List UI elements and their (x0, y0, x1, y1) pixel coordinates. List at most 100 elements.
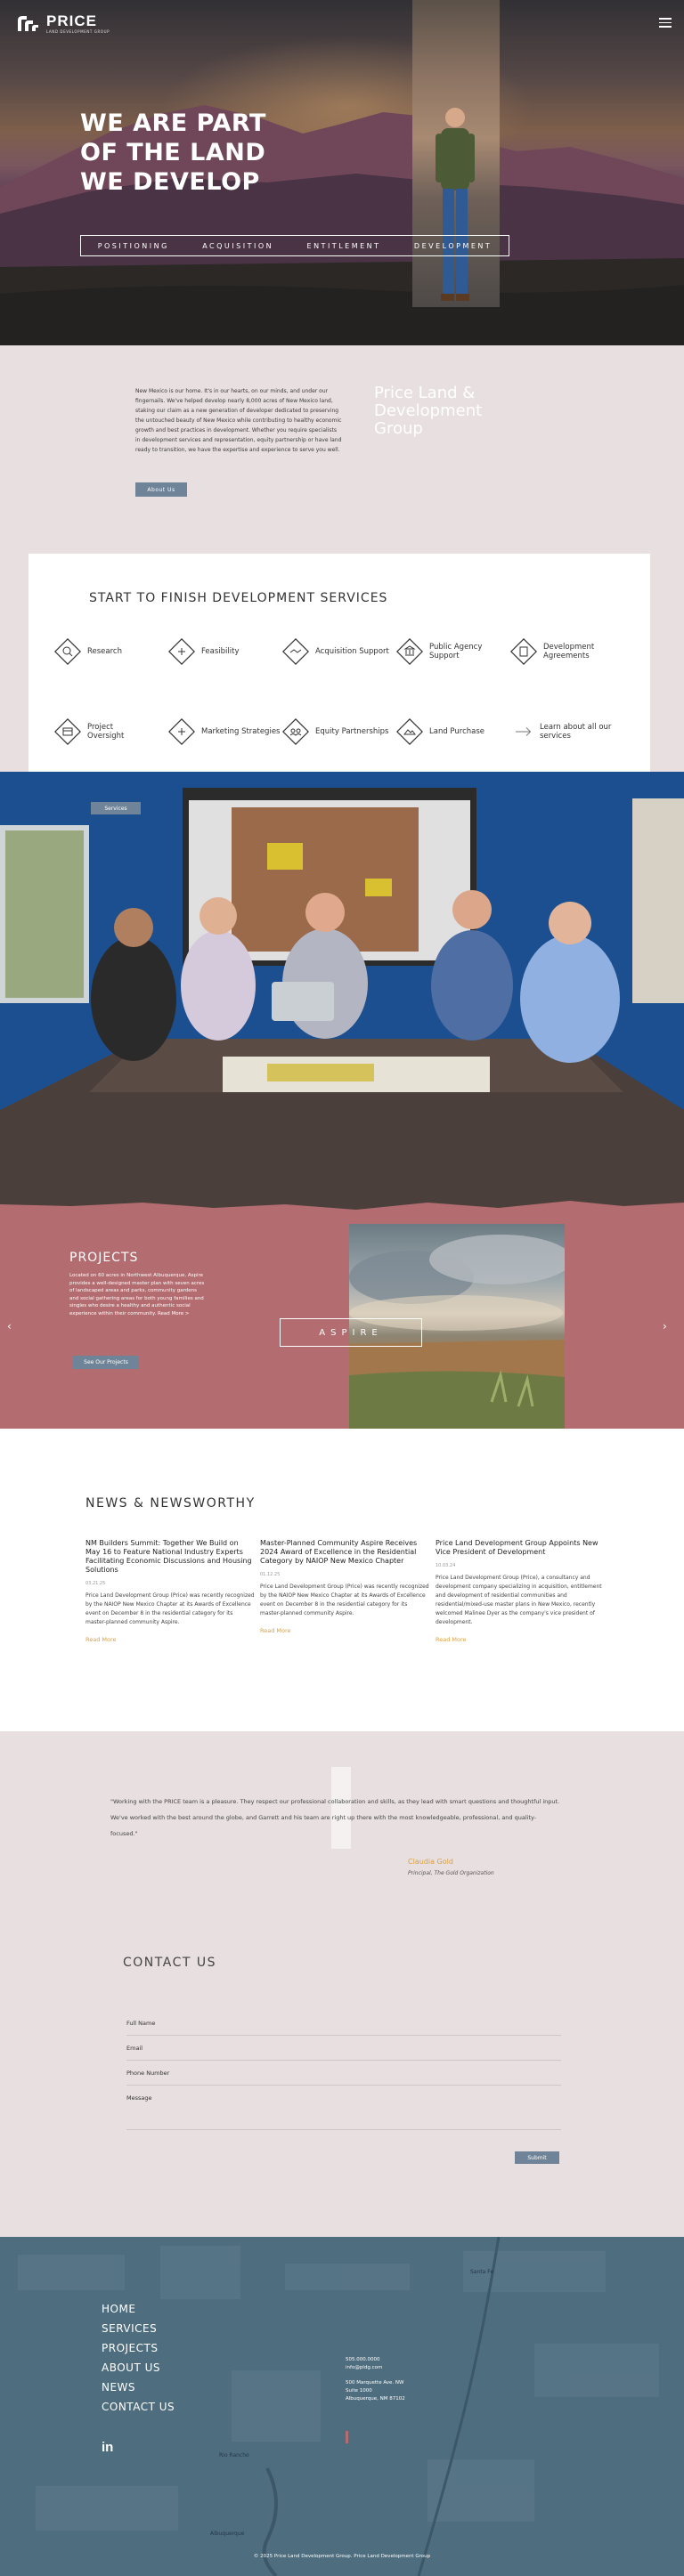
building-diamond-icon (396, 638, 423, 665)
team-photo-illustration (0, 772, 684, 1199)
testimonial-role: Principal, The Gold Organization (408, 1870, 494, 1876)
hero-service-nav: POSITIONING ACQUISITION ENTITLEMENT DEVE… (80, 235, 509, 256)
service-label: Project Oversight (87, 723, 125, 741)
service-equity-partnerships[interactable]: Equity Partnerships (281, 717, 395, 746)
service-research[interactable]: Research (53, 637, 141, 666)
chevron-left-icon[interactable]: ‹ (7, 1320, 12, 1333)
footer-nav-services[interactable]: SERVICES (102, 2319, 175, 2338)
news-card-date: 03.21.25 (86, 1581, 106, 1586)
brand-tagline: LAND DEVELOPMENT GROUP (46, 29, 110, 34)
footer-address-line: 500 Marquette Ave. NW (346, 2380, 404, 2386)
see-our-projects-button[interactable]: See Our Projects (73, 1356, 139, 1369)
document-diamond-icon (510, 638, 537, 665)
service-label: Land Purchase (429, 727, 485, 736)
news-card-excerpt: Price Land Development Group (Price), a … (436, 1575, 602, 1625)
partners-diamond-icon (282, 718, 309, 745)
projects-text: Located on 60 acres in Northwest Albuque… (69, 1273, 205, 1316)
submit-button[interactable]: Submit (515, 2151, 559, 2164)
megaphone-diamond-icon (168, 718, 195, 745)
news-title: NEWS & NEWSWORTHY (86, 1496, 256, 1511)
service-project-oversight[interactable]: Project Oversight (53, 717, 141, 746)
footer-email[interactable]: info@pldg.com (346, 2364, 405, 2372)
featured-project-aspire[interactable]: ASPIRE (280, 1318, 422, 1347)
hero-section: PRICE LAND DEVELOPMENT GROUP WE ARE PART… (0, 0, 684, 345)
hero-portrait (412, 0, 500, 307)
handshake-diamond-icon (282, 638, 309, 665)
news-read-more-link[interactable]: Read More (86, 1636, 255, 1643)
news-card-excerpt: Price Land Development Group (Price) was… (86, 1592, 255, 1625)
map-label: Rio Rancho (219, 2452, 249, 2459)
contact-section: CONTACT US Full Name Email Phone Number … (0, 1909, 684, 2237)
magnifier-diamond-icon (54, 638, 81, 665)
company-name: Price Land & Development Group (374, 384, 483, 438)
service-development-agreements[interactable]: Development Agreements (509, 637, 597, 666)
chevron-right-icon[interactable]: › (663, 1320, 667, 1333)
footer-nav-news[interactable]: NEWS (102, 2378, 175, 2397)
learn-more-services-link[interactable]: Learn about all our services (513, 717, 620, 746)
testimonial-section: "Working with the PRICE team is a pleasu… (0, 1731, 684, 1909)
news-card-title[interactable]: NM Builders Summit: Together We Build on… (86, 1539, 255, 1575)
service-marketing-strategies[interactable]: Marketing Strategies (167, 717, 281, 746)
about-us-button[interactable]: About Us (135, 482, 187, 497)
hero-title-line: WE DEVELOP (80, 168, 260, 196)
copyright: © 2025 Price Land Development Group. Pri… (253, 2554, 431, 2559)
projects-section: PROJECTS Located on 60 acres in Northwes… (0, 1197, 684, 1438)
news-read-more-link[interactable]: Read More (436, 1636, 605, 1643)
contact-title: CONTACT US (123, 1956, 216, 1970)
service-label: Research (87, 647, 122, 656)
footer-nav-home[interactable]: HOME (102, 2299, 175, 2319)
service-label: Public Agency Support (429, 643, 483, 660)
hero-nav-development[interactable]: DEVELOPMENT (414, 242, 492, 250)
learn-more-label: Learn about all our services (540, 723, 612, 741)
service-land-purchase[interactable]: Land Purchase (395, 717, 492, 746)
testimonial-quote: "Working with the PRICE team is a pleasu… (110, 1798, 560, 1837)
news-card[interactable]: NM Builders Summit: Together We Build on… (86, 1539, 255, 1643)
hero-title-line: OF THE LAND (80, 139, 266, 166)
ridge-divider (0, 1197, 684, 1210)
footer-phone[interactable]: 505.000.0000 (346, 2356, 405, 2364)
arrow-right-icon (516, 727, 532, 736)
land-diamond-icon (396, 718, 423, 745)
linkedin-icon[interactable]: in (102, 2440, 113, 2455)
services-button[interactable]: Services (91, 802, 141, 814)
eye-diamond-icon (54, 718, 81, 745)
email-field[interactable]: Email (126, 2043, 561, 2061)
service-public-agency-support[interactable]: Public Agency Support (395, 637, 483, 666)
map-label: Santa Fe (470, 2269, 494, 2275)
full-name-field[interactable]: Full Name (126, 2018, 561, 2036)
brand-name: PRICE (46, 12, 97, 29)
news-card-title[interactable]: Price Land Development Group Appoints Ne… (436, 1539, 605, 1557)
message-field[interactable]: Message (126, 2093, 561, 2130)
map-label: Albuquerque (210, 2531, 245, 2537)
footer-contact-info: 505.000.0000 info@pldg.com 500 Marquette… (346, 2356, 405, 2403)
news-card-title[interactable]: Master-Planned Community Aspire Receives… (260, 1539, 429, 1566)
news-section: NEWS & NEWSWORTHY NM Builders Summit: To… (0, 1429, 684, 1731)
footer-accent-bar (346, 2431, 348, 2443)
hero-title: WE ARE PART OF THE LAND WE DEVELOP (80, 109, 312, 197)
services-card: START TO FINISH DEVELOPMENT SERVICES Res… (28, 554, 650, 789)
news-card[interactable]: Master-Planned Community Aspire Receives… (260, 1539, 429, 1634)
footer-address-line: Suite 1000 (346, 2388, 372, 2394)
news-read-more-link[interactable]: Read More (260, 1627, 429, 1634)
footer-nav-contact-us[interactable]: CONTACT US (102, 2397, 175, 2417)
service-acquisition-support[interactable]: Acquisition Support (281, 637, 390, 666)
footer-address-line: Albuquerque, NM 87102 (346, 2396, 405, 2402)
news-card-date: 10.03.24 (436, 1563, 456, 1568)
checklist-diamond-icon (168, 638, 195, 665)
service-label: Equity Partnerships (315, 727, 389, 736)
brand-logo[interactable]: PRICE LAND DEVELOPMENT GROUP (16, 12, 110, 34)
news-card[interactable]: Price Land Development Group Appoints Ne… (436, 1539, 605, 1643)
footer: Santa Fe Rio Rancho Albuquerque HOME SER… (0, 2237, 684, 2576)
hero-nav-entitlement[interactable]: ENTITLEMENT (307, 242, 381, 250)
phone-number-field[interactable]: Phone Number (126, 2068, 561, 2086)
footer-nav-projects[interactable]: PROJECTS (102, 2338, 175, 2358)
services-title: START TO FINISH DEVELOPMENT SERVICES (89, 591, 388, 605)
menu-icon[interactable] (659, 18, 672, 28)
footer-nav: HOME SERVICES PROJECTS ABOUT US NEWS CON… (102, 2299, 175, 2417)
news-card-excerpt: Price Land Development Group (Price) was… (260, 1584, 429, 1616)
service-feasibility[interactable]: Feasibility (167, 637, 255, 666)
footer-nav-about-us[interactable]: ABOUT US (102, 2358, 175, 2378)
hero-nav-positioning[interactable]: POSITIONING (98, 242, 169, 250)
hero-nav-acquisition[interactable]: ACQUISITION (202, 242, 273, 250)
person-figure (436, 108, 475, 301)
